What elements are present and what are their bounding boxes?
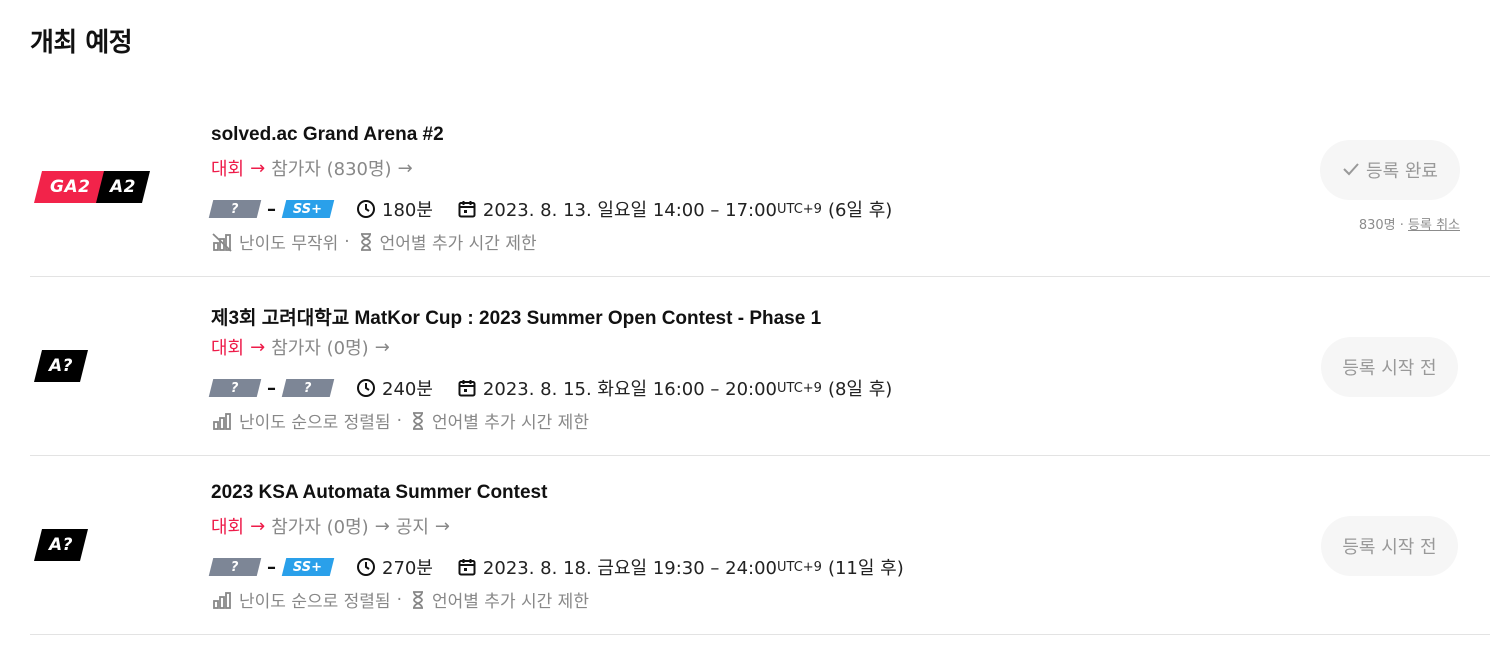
arrow-right-icon: → — [397, 157, 413, 179]
difficulty-random-icon — [211, 232, 233, 252]
difficulty-mode: 난이도 순으로 정렬됨 — [239, 413, 391, 433]
registration-not-started-button[interactable]: 등록 시작 전 — [1321, 516, 1458, 576]
tier-to-badge: SS+ — [281, 200, 335, 218]
contest-meta: ? – SS+ 270분 2023. 8. 18. 금요일 19:30 – 24… — [208, 554, 904, 580]
calendar-icon — [457, 378, 477, 398]
breadcrumb: 대회 → 참가자 (0명) → 공지 → — [211, 513, 450, 539]
difficulty-mode: 난이도 무작위 — [239, 234, 339, 254]
clock-icon — [356, 199, 376, 219]
crumb-contest-link[interactable]: 대회 — [211, 155, 244, 181]
difficulty-sorted-icon — [211, 411, 233, 431]
registration-note: 830명 · 등록 취소 — [1359, 214, 1460, 233]
contest-badges: A? — [34, 277, 88, 455]
difficulty-mode: 난이도 순으로 정렬됨 — [239, 592, 391, 612]
duration: 240분 — [382, 379, 433, 400]
arrow-right-icon: → — [250, 336, 266, 358]
tier-range-dash: – — [267, 198, 276, 220]
crumb-participants-link[interactable]: 참가자 (0명) — [271, 334, 368, 360]
tier-range-dash: – — [267, 556, 276, 578]
hourglass-icon — [358, 232, 374, 252]
tier-to-badge: ? — [281, 379, 335, 397]
time-limit-note: 언어별 추가 시간 제한 — [379, 234, 537, 254]
registration-not-started-button[interactable]: 등록 시작 전 — [1321, 337, 1458, 397]
tier-from-badge: ? — [208, 558, 262, 576]
tier-from-badge: ? — [208, 379, 262, 397]
relative-time: (11일 후) — [827, 558, 904, 579]
crumb-notice-link[interactable]: 공지 — [396, 513, 429, 539]
hourglass-icon — [410, 411, 426, 431]
arrow-right-icon: → — [250, 157, 266, 179]
crumb-contest-link[interactable]: 대회 — [211, 513, 244, 539]
difficulty-sorted-icon — [211, 590, 233, 610]
contest-extras: 난이도 순으로 정렬됨 · 언어별 추가 시간 제한 — [211, 587, 589, 612]
rating-badge: A? — [34, 529, 88, 561]
registered-button-label: 등록 완료 — [1366, 161, 1438, 182]
timezone: UTC+9 — [777, 559, 822, 575]
contest-datetime: 2023. 8. 18. 금요일 19:30 – 24:00 — [482, 558, 778, 579]
tier-range-dash: – — [267, 377, 276, 399]
contest-row: A? 제3회 고려대학교 MatKor Cup : 2023 Summer Op… — [30, 277, 1490, 456]
contest-badges: GA2 A2 — [34, 98, 150, 276]
arrow-right-icon: → — [250, 515, 266, 537]
contest-meta: ? – ? 240분 2023. 8. 15. 화요일 16:00 – 20:0… — [208, 375, 893, 401]
hourglass-icon — [410, 590, 426, 610]
contest-meta: ? – SS+ 180분 2023. 8. 13. 일요일 14:00 – 17… — [208, 196, 893, 222]
duration: 270분 — [382, 558, 433, 579]
clock-icon — [356, 378, 376, 398]
time-limit-note: 언어별 추가 시간 제한 — [431, 413, 589, 433]
separator-dot: · — [396, 410, 402, 431]
crumb-contest-link[interactable]: 대회 — [211, 334, 244, 360]
separator-dot: · — [396, 589, 402, 610]
rating-badge: A2 — [96, 171, 150, 203]
contest-extras: 난이도 순으로 정렬됨 · 언어별 추가 시간 제한 — [211, 408, 589, 433]
breadcrumb: 대회 → 참가자 (830명) → — [211, 155, 413, 181]
calendar-icon — [457, 199, 477, 219]
arrow-right-icon: → — [374, 515, 390, 537]
separator-dot: · — [344, 231, 350, 252]
arrow-right-icon: → — [434, 515, 450, 537]
clock-icon — [356, 557, 376, 577]
registered-button[interactable]: 등록 완료 — [1320, 140, 1460, 200]
arena-badge: GA2 — [34, 171, 106, 203]
breadcrumb: 대회 → 참가자 (0명) → — [211, 334, 390, 360]
section-title: 개최 예정 — [30, 28, 133, 58]
timezone: UTC+9 — [777, 201, 822, 217]
contest-datetime: 2023. 8. 15. 화요일 16:00 – 20:00 — [482, 379, 778, 400]
check-icon — [1342, 160, 1360, 181]
relative-time: (8일 후) — [827, 379, 893, 400]
tier-from-badge: ? — [208, 200, 262, 218]
rating-badge: A? — [34, 350, 88, 382]
cancel-registration-link[interactable]: 등록 취소 — [1408, 218, 1460, 233]
contest-datetime: 2023. 8. 13. 일요일 14:00 – 17:00 — [482, 200, 778, 221]
duration: 180분 — [382, 200, 433, 221]
tier-to-badge: SS+ — [281, 558, 335, 576]
time-limit-note: 언어별 추가 시간 제한 — [431, 592, 589, 612]
contest-row: A? 2023 KSA Automata Summer Contest 대회 →… — [30, 456, 1490, 635]
registrant-count: 830명 · — [1358, 218, 1409, 233]
contest-badges: A? — [34, 456, 88, 634]
contest-title[interactable]: 제3회 고려대학교 MatKor Cup : 2023 Summer Open … — [211, 303, 821, 330]
contest-title[interactable]: solved.ac Grand Arena #2 — [211, 124, 444, 146]
arrow-right-icon: → — [374, 336, 390, 358]
calendar-icon — [457, 557, 477, 577]
contest-extras: 난이도 무작위 · 언어별 추가 시간 제한 — [211, 229, 537, 254]
crumb-participants-link[interactable]: 참가자 (830명) — [271, 155, 391, 181]
crumb-participants-link[interactable]: 참가자 (0명) — [271, 513, 368, 539]
contest-row: GA2 A2 solved.ac Grand Arena #2 대회 → 참가자… — [30, 98, 1490, 277]
contest-list: GA2 A2 solved.ac Grand Arena #2 대회 → 참가자… — [30, 98, 1490, 635]
contest-title[interactable]: 2023 KSA Automata Summer Contest — [211, 482, 547, 504]
relative-time: (6일 후) — [827, 200, 893, 221]
timezone: UTC+9 — [777, 380, 822, 396]
